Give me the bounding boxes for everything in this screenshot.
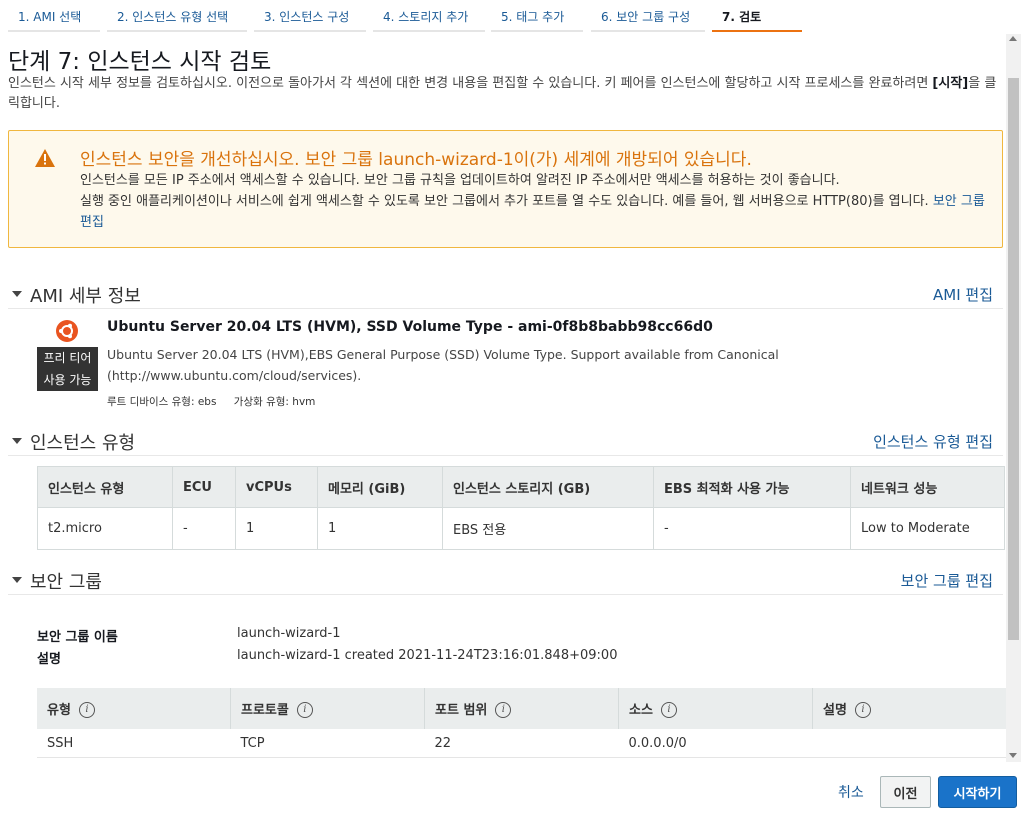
- table-cell: 0.0.0.0/0: [618, 729, 813, 758]
- instance-type-title: 인스턴스 유형: [30, 433, 136, 454]
- column-header: ECU: [172, 466, 236, 508]
- security-warning-box: 인스턴스 보안을 개선하십시오. 보안 그룹 launch-wizard-1이(…: [8, 130, 1003, 248]
- scroll-down-arrow-icon[interactable]: [1009, 753, 1017, 758]
- ami-name: Ubuntu Server 20.04 LTS (HVM), SSD Volum…: [107, 319, 713, 335]
- column-header: 네트워크 성능: [850, 466, 1005, 508]
- info-icon[interactable]: i: [660, 702, 677, 719]
- column-header-port-range: 포트 범위 i: [424, 688, 619, 729]
- column-header: vCPUs: [235, 466, 318, 508]
- security-group-title: 보안 그룹: [30, 572, 102, 593]
- table-cell: 22: [424, 729, 619, 758]
- step-configure-instance[interactable]: 3. 인스턴스 구성: [254, 4, 366, 32]
- wizard-steps: 1. AMI 선택 2. 인스턴스 유형 선택 3. 인스턴스 구성 4. 스토…: [0, 0, 1027, 34]
- wizard-footer: 취소 이전 시작하기: [0, 762, 1027, 823]
- column-header-description: 설명 i: [812, 688, 1006, 729]
- step-add-tags[interactable]: 5. 태그 추가: [491, 4, 583, 32]
- step-add-storage[interactable]: 4. 스토리지 추가: [373, 4, 485, 32]
- edit-instance-type-link[interactable]: 인스턴스 유형 편집: [873, 431, 993, 452]
- step-configure-security-group[interactable]: 6. 보안 그룹 구성: [591, 4, 705, 32]
- edit-ami-link[interactable]: AMI 편집: [933, 284, 993, 305]
- info-icon[interactable]: i: [854, 702, 871, 719]
- step-review[interactable]: 7. 검토: [712, 4, 802, 32]
- column-header-type: 유형 i: [37, 688, 231, 729]
- ubuntu-logo-icon: [56, 320, 78, 342]
- security-group-header[interactable]: 보안 그룹 보안 그룹 편집: [8, 568, 1003, 595]
- ami-details-title: AMI 세부 정보: [30, 286, 141, 307]
- warning-body: 인스턴스를 모든 IP 주소에서 액세스할 수 있습니다. 보안 그룹 규칙을 …: [80, 173, 985, 230]
- table-cell: Low to Moderate: [850, 507, 1005, 550]
- edit-security-group-section-link[interactable]: 보안 그룹 편집: [901, 570, 993, 591]
- security-group-name-label: 보안 그룹 이름: [37, 630, 118, 645]
- page-intro: 인스턴스 시작 세부 정보를 검토하십시오. 이전으로 돌아가서 각 섹션에 대…: [8, 76, 997, 111]
- table-header-row: 인스턴스 유형 ECU vCPUs 메모리 (GiB) 인스턴스 스토리지 (G…: [37, 466, 1005, 508]
- table-cell: SSH: [37, 729, 231, 758]
- column-header-protocol: 프로토콜 i: [230, 688, 425, 729]
- warning-icon: [35, 149, 55, 167]
- ami-description: Ubuntu Server 20.04 LTS (HVM),EBS Genera…: [107, 347, 779, 383]
- caret-down-icon: [12, 291, 22, 297]
- column-header: 메모리 (GiB): [317, 466, 443, 508]
- launch-button[interactable]: 시작하기: [938, 776, 1017, 808]
- table-row: SSH TCP 22 0.0.0.0/0: [37, 729, 1006, 758]
- table-cell: -: [653, 507, 851, 550]
- warning-title: 인스턴스 보안을 개선하십시오. 보안 그룹 launch-wizard-1이(…: [80, 150, 752, 170]
- root-device-type: 루트 디바이스 유형: ebs: [107, 396, 217, 408]
- table-cell: [812, 729, 1006, 758]
- review-content: 단계 7: 인스턴스 시작 검토 인스턴스 시작 세부 정보를 검토하십시오. …: [0, 34, 1006, 762]
- info-icon[interactable]: i: [495, 702, 512, 719]
- free-tier-badge: 프리 티어 사용 가능: [37, 347, 98, 391]
- security-group-name-value: launch-wizard-1: [237, 626, 341, 641]
- table-header-row: 유형 i 프로토콜 i 포트 범위 i 소스 i 설명 i: [37, 688, 1006, 729]
- table-cell: EBS 전용: [442, 507, 654, 550]
- caret-down-icon: [12, 438, 22, 444]
- table-row: t2.micro - 1 1 EBS 전용 - Low to Moderate: [37, 507, 1005, 550]
- column-header: 인스턴스 스토리지 (GB): [442, 466, 654, 508]
- instance-type-table: 인스턴스 유형 ECU vCPUs 메모리 (GiB) 인스턴스 스토리지 (G…: [37, 466, 1005, 550]
- info-icon[interactable]: i: [78, 702, 95, 719]
- table-cell: TCP: [230, 729, 425, 758]
- previous-button[interactable]: 이전: [880, 776, 931, 808]
- cancel-button[interactable]: 취소: [838, 782, 864, 802]
- security-group-desc-value: launch-wizard-1 created 2021-11-24T23:16…: [237, 648, 618, 663]
- table-cell: 1: [317, 507, 443, 550]
- step-choose-ami[interactable]: 1. AMI 선택: [8, 4, 100, 32]
- column-header: EBS 최적화 사용 가능: [653, 466, 851, 508]
- column-header-source: 소스 i: [618, 688, 813, 729]
- security-rules-table: 유형 i 프로토콜 i 포트 범위 i 소스 i 설명 i SSH TCP 22 0.0.…: [37, 688, 1006, 758]
- table-cell: -: [172, 507, 236, 550]
- column-header: 인스턴스 유형: [37, 466, 173, 508]
- instance-type-header[interactable]: 인스턴스 유형 인스턴스 유형 편집: [8, 429, 1003, 456]
- info-icon[interactable]: i: [296, 702, 313, 719]
- ami-meta: 루트 디바이스 유형: ebs 가상화 유형: hvm: [107, 394, 329, 409]
- caret-down-icon: [12, 577, 22, 583]
- scroll-up-arrow-icon[interactable]: [1009, 36, 1017, 41]
- ami-details-header[interactable]: AMI 세부 정보 AMI 편집: [8, 282, 1003, 309]
- security-group-desc-label: 설명: [37, 652, 61, 667]
- table-cell: t2.micro: [37, 507, 173, 550]
- step-choose-instance-type[interactable]: 2. 인스턴스 유형 선택: [107, 4, 247, 32]
- table-cell: 1: [235, 507, 318, 550]
- page-title: 단계 7: 인스턴스 시작 검토: [8, 49, 272, 75]
- virtualization-type: 가상화 유형: hvm: [233, 396, 316, 408]
- scrollbar-thumb[interactable]: [1008, 78, 1019, 640]
